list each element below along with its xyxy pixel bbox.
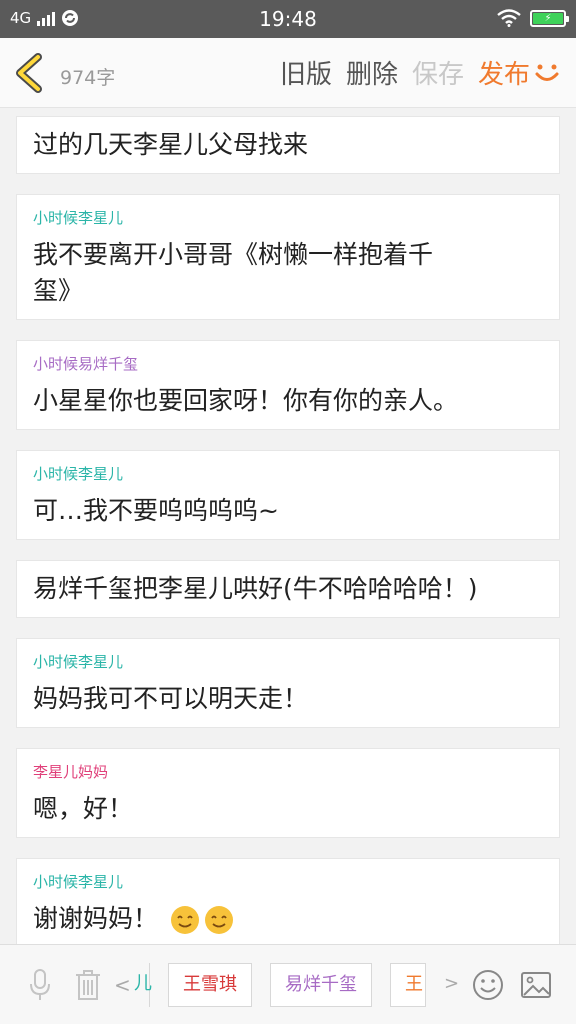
bottom-toolbar: < 儿 王雪琪 易烊千玺 王 >	[0, 944, 576, 1024]
dialogue-block[interactable]: 小时候李星儿 谢谢妈妈！	[16, 858, 560, 948]
block-text: 小星星你也要回家呀！你有你的亲人。	[33, 386, 459, 415]
status-bar: 4G 19:48 ⚡	[0, 0, 576, 38]
trash-button[interactable]	[68, 965, 108, 1005]
old-version-button[interactable]: 旧版	[280, 54, 332, 91]
dialogue-block[interactable]: 小时候易烊千玺 小星星你也要回家呀！你有你的亲人。	[16, 340, 560, 430]
battery-icon: ⚡	[530, 9, 569, 27]
block-text-with-emoji: 谢谢妈妈！	[33, 901, 543, 937]
character-chip[interactable]: 儿	[114, 963, 152, 1007]
back-button[interactable]	[10, 52, 50, 94]
speaker-name: 小时候李星儿	[33, 873, 124, 891]
trash-icon	[76, 970, 100, 1000]
save-button[interactable]: 保存	[412, 54, 464, 91]
dialogue-block[interactable]: 小时候李星儿 可…我不要呜呜呜呜~	[16, 450, 560, 540]
wifi-icon	[497, 9, 521, 27]
speaker-name: 李星儿妈妈	[33, 763, 109, 781]
emoji-button[interactable]	[468, 965, 508, 1005]
narration-block[interactable]: 易烊千玺把李星儿哄好(牛不哈哈哈哈！)	[16, 560, 560, 618]
block-text: 谢谢妈妈！	[33, 904, 159, 933]
speaker-name: 小时候易烊千玺	[33, 355, 139, 373]
smiley-icon	[473, 970, 503, 1000]
microphone-button[interactable]	[20, 965, 60, 1005]
publish-button[interactable]: 发布	[478, 54, 560, 91]
image-icon	[521, 972, 551, 998]
character-chip[interactable]: 易烊千玺	[270, 963, 372, 1007]
block-text-line2: 玺》	[33, 276, 84, 305]
microphone-icon	[30, 969, 50, 1000]
block-text: 易烊千玺把李星儿哄好(牛不哈哈哈哈！)	[33, 574, 478, 603]
character-chip[interactable]: 王雪琪	[168, 963, 252, 1007]
speaker-name: 小时候李星儿	[33, 209, 124, 227]
header-actions: 旧版 删除 保存 发布	[280, 54, 560, 91]
dialogue-block[interactable]: 李星儿妈妈 嗯，好！	[16, 748, 560, 838]
character-chip[interactable]: 王	[390, 963, 426, 1007]
narration-block[interactable]: 过的几天李星儿父母找来	[16, 116, 560, 174]
block-text-line1: 我不要离开小哥哥《树懒一样抱着千	[33, 240, 434, 269]
clock: 19:48	[259, 7, 317, 31]
editor-header: 974字 旧版 删除 保存 发布	[0, 38, 576, 108]
chevron-left-icon	[16, 53, 42, 93]
smiling-face-emoji-icon	[204, 906, 233, 934]
delete-button[interactable]: 删除	[346, 54, 398, 91]
speaker-name: 小时候李星儿	[33, 653, 124, 671]
block-text: 可…我不要呜呜呜呜~	[33, 496, 279, 525]
status-right: ⚡	[496, 9, 569, 27]
word-count: 974字	[60, 67, 116, 89]
dialogue-block[interactable]: 小时候李星儿 妈妈我可不可以明天走！	[16, 638, 560, 728]
character-list: 儿 王雪琪 易烊千玺 王	[114, 963, 426, 1007]
smile-icon	[535, 64, 559, 81]
block-text: 妈妈我可不可以明天走！	[33, 684, 309, 713]
smiling-face-emoji-icon	[170, 906, 199, 934]
image-button[interactable]	[516, 965, 556, 1005]
publish-label: 发布	[477, 60, 530, 90]
character-selector[interactable]: < 儿 王雪琪 易烊千玺 王	[114, 963, 440, 1007]
speaker-name: 小时候李星儿	[33, 465, 124, 483]
dialogue-block[interactable]: 小时候李星儿 我不要离开小哥哥《树懒一样抱着千 玺》	[16, 194, 560, 320]
story-content: 过的几天李星儿父母找来 小时候李星儿 我不要离开小哥哥《树懒一样抱着千 玺》 小…	[16, 116, 560, 968]
block-text: 嗯，好！	[33, 794, 134, 823]
block-text: 过的几天李星儿父母找来	[33, 130, 309, 159]
chevron-right-icon[interactable]: >	[444, 973, 459, 994]
